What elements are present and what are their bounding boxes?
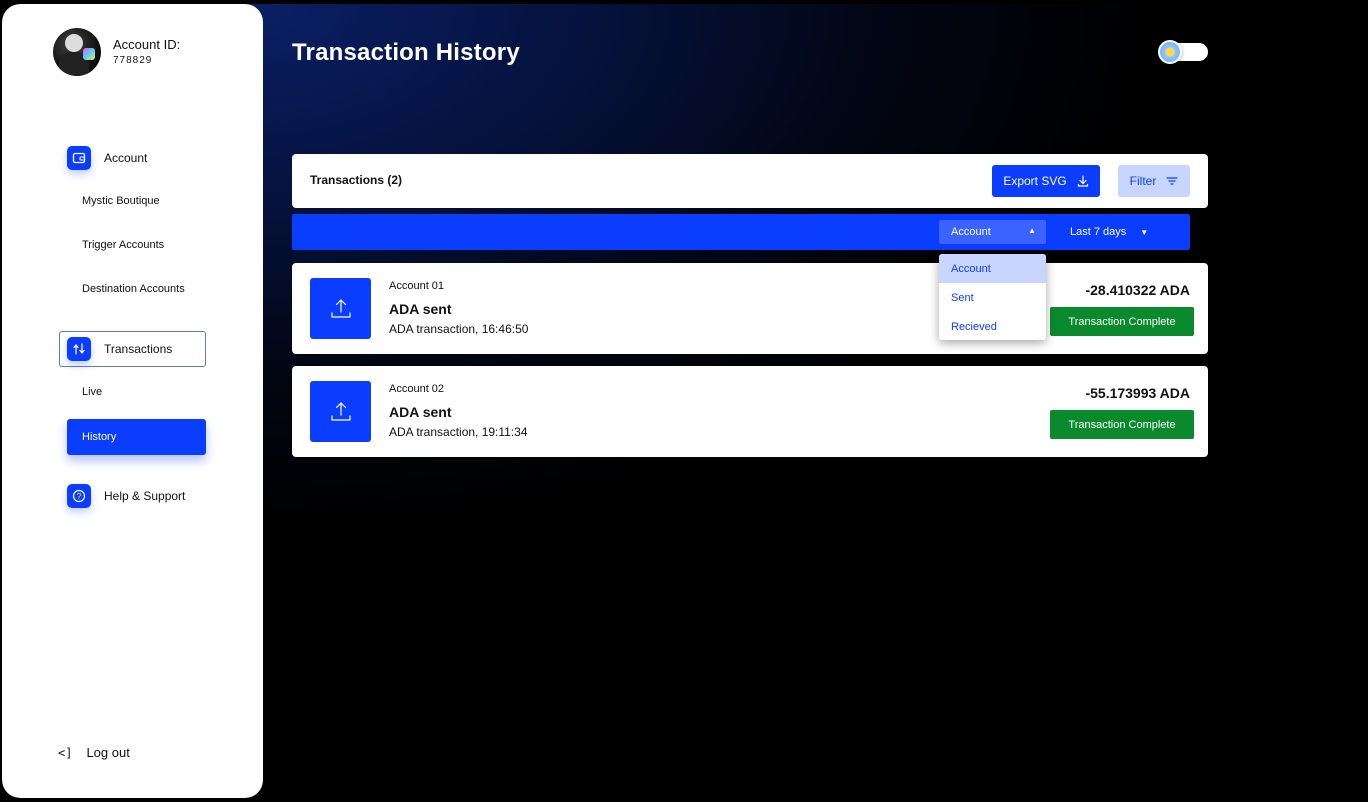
account-select[interactable]: Account ▲ <box>939 220 1046 244</box>
sidebar-item-account[interactable]: Account <box>67 146 147 170</box>
download-icon <box>1077 175 1088 187</box>
logout-label: Log out <box>86 745 130 760</box>
export-label: Export SVG <box>1003 174 1067 188</box>
transfer-arrows-icon <box>67 337 91 361</box>
sidebar-subitem-destination-accounts[interactable]: Destination Accounts <box>82 283 185 295</box>
transaction-title: ADA sent <box>389 301 452 317</box>
filter-label: Filter <box>1129 174 1157 188</box>
sidebar: Account ID: 778829 Account Mystic Boutiq… <box>2 4 263 798</box>
sidebar-item-label: Transactions <box>104 342 173 356</box>
date-range-select[interactable]: Last 7 days ▼ <box>1070 220 1148 244</box>
sidebar-subitem-live[interactable]: Live <box>82 386 102 398</box>
logout-button[interactable]: <] Log out <box>58 745 130 760</box>
transaction-status-badge: Transaction Complete <box>1050 307 1194 336</box>
account-id-label: Account ID: <box>113 37 181 52</box>
upload-icon <box>310 278 371 339</box>
transaction-title: ADA sent <box>389 404 452 420</box>
filter-bar: Account ▲ Last 7 days ▼ <box>292 214 1190 250</box>
transactions-count-title: Transactions (2) <box>310 173 403 187</box>
wallet-icon <box>67 146 91 170</box>
sun-cloud-icon <box>1158 40 1182 64</box>
transaction-amount: -55.173993 ADA <box>1085 385 1190 401</box>
page-title: Transaction History <box>292 39 520 66</box>
transaction-subtitle: ADA transaction, 19:11:34 <box>389 425 528 439</box>
transaction-card[interactable]: Account 02 ADA sent ADA transaction, 19:… <box>292 366 1208 457</box>
filter-button[interactable]: Filter <box>1118 165 1190 197</box>
transaction-card[interactable]: Account 01 ADA sent ADA transaction, 16:… <box>292 263 1208 354</box>
transaction-amount: -28.410322 ADA <box>1085 282 1190 298</box>
date-range-value: Last 7 days <box>1070 226 1127 238</box>
dropdown-option-sent[interactable]: Sent <box>939 283 1046 312</box>
export-svg-button[interactable]: Export SVG <box>992 165 1100 197</box>
logout-icon: <] <box>58 745 73 760</box>
upload-icon <box>310 381 371 442</box>
dropdown-option-received[interactable]: Recieved <box>939 312 1046 340</box>
transaction-subtitle: ADA transaction, 16:46:50 <box>389 322 529 336</box>
caret-up-icon: ▲ <box>1028 226 1036 235</box>
account-select-value: Account <box>951 226 991 238</box>
sidebar-subitem-mystic-boutique[interactable]: Mystic Boutique <box>82 195 160 207</box>
sidebar-item-label: Account <box>104 151 148 165</box>
sidebar-item-transactions[interactable]: Transactions <box>67 337 172 361</box>
question-circle-icon: ? <box>67 484 91 508</box>
avatar[interactable] <box>53 28 101 76</box>
sidebar-subitem-history[interactable]: History <box>67 419 206 455</box>
sidebar-item-label: Help & Support <box>104 489 186 503</box>
account-dropdown-menu: Account Sent Recieved <box>939 254 1046 340</box>
transaction-status-badge: Transaction Complete <box>1050 410 1194 439</box>
dropdown-option-account[interactable]: Account <box>939 254 1046 283</box>
sidebar-item-help-support[interactable]: ? Help & Support <box>67 484 185 508</box>
transaction-account: Account 02 <box>389 383 445 395</box>
transactions-header-card: Transactions (2) Export SVG Filter <box>292 154 1208 208</box>
filter-lines-icon <box>1166 177 1178 185</box>
transaction-account: Account 01 <box>389 280 445 292</box>
svg-text:?: ? <box>77 492 82 501</box>
caret-down-icon: ▼ <box>1140 227 1149 237</box>
sidebar-subitem-trigger-accounts[interactable]: Trigger Accounts <box>82 239 164 251</box>
app-window: Account ID: 778829 Account Mystic Boutiq… <box>2 4 1236 798</box>
account-id-value: 778829 <box>113 55 153 66</box>
theme-toggle[interactable] <box>1158 40 1208 64</box>
